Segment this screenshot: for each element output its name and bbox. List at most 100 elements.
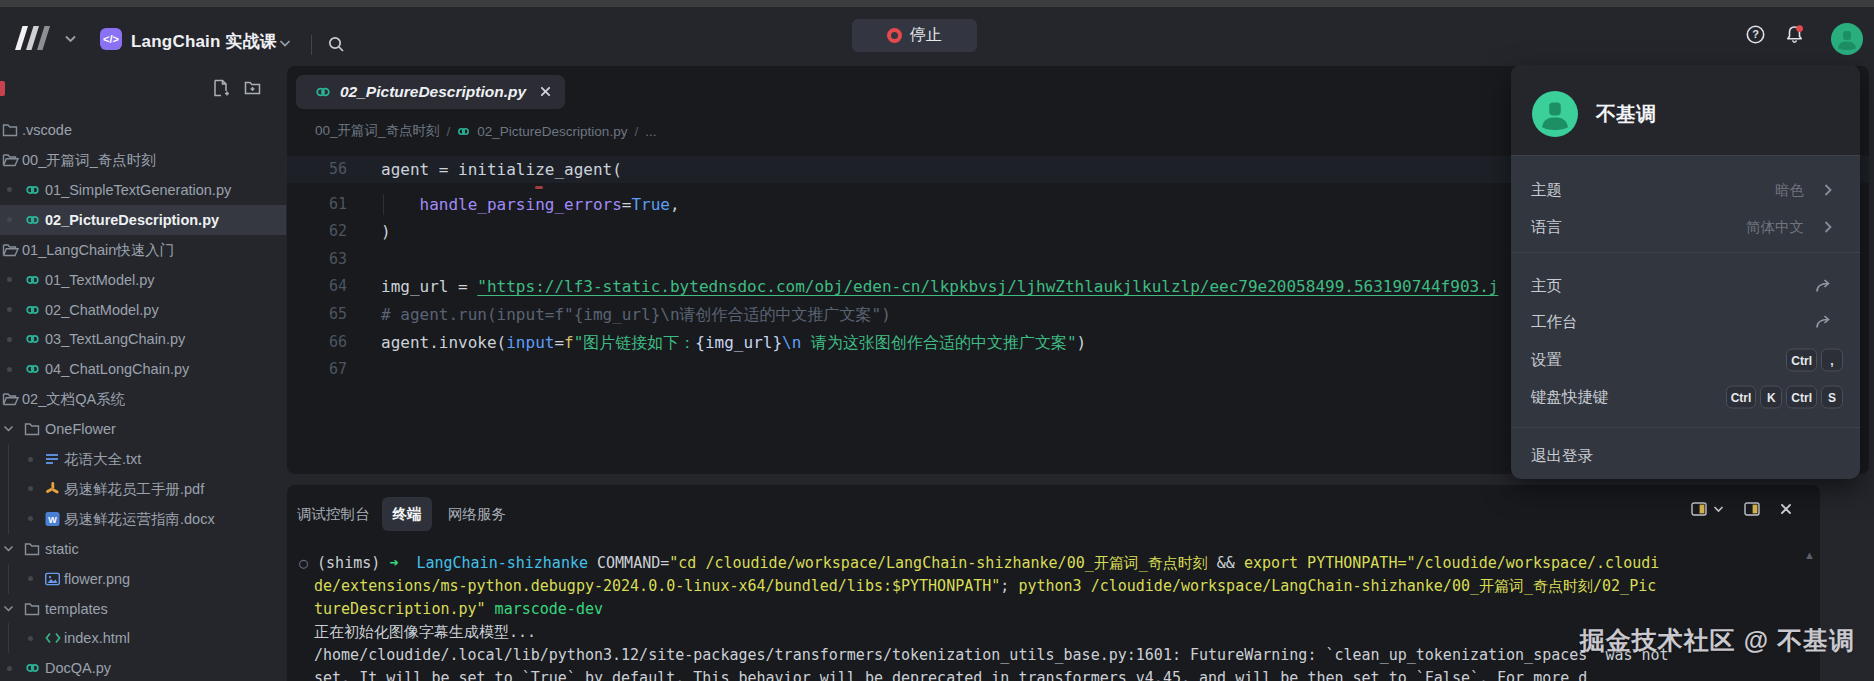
menu-item[interactable]: 键盘快捷键CtrlKCtrlS bbox=[1511, 380, 1860, 414]
stop-button[interactable]: 停止 bbox=[852, 19, 977, 52]
menu-divider bbox=[1511, 427, 1860, 428]
menu-item[interactable]: 退出登录 bbox=[1511, 439, 1860, 473]
pdf-icon bbox=[45, 481, 60, 496]
menu-item[interactable]: 语言 简体中文 bbox=[1511, 210, 1860, 244]
terminal-line: ○ (shims) ➜ LangChain-shizhanke COMMAND=… bbox=[299, 552, 1820, 575]
external-link-icon bbox=[1815, 315, 1831, 330]
tree-item[interactable]: flower.png bbox=[0, 564, 286, 594]
workspace-chevron-icon[interactable] bbox=[64, 35, 77, 43]
tree-item-label: 02_ChatModel.py bbox=[45, 302, 159, 318]
menu-item[interactable]: 主题暗色 bbox=[1511, 173, 1860, 207]
tree-item[interactable]: W 易速鲜花运营指南.docx bbox=[0, 504, 286, 534]
tree-item[interactable]: 01_LangChain快速入门 bbox=[0, 235, 286, 265]
avatar[interactable] bbox=[1831, 23, 1863, 55]
menu-item-label: 语言 bbox=[1531, 217, 1562, 238]
chain-icon bbox=[25, 272, 40, 287]
topbar-divider bbox=[311, 35, 312, 55]
bell-icon[interactable] bbox=[1784, 24, 1805, 45]
menu-item[interactable]: 设置Ctrl, bbox=[1511, 343, 1860, 377]
tree-item[interactable]: 易速鲜花员工手册.pdf bbox=[0, 474, 286, 504]
line-number: 67 bbox=[287, 356, 347, 384]
app-root: </> LangChain 实战课 停止 ? bbox=[0, 0, 1874, 681]
tree-item-label: templates bbox=[45, 601, 108, 617]
user-menu-header: 不基调 bbox=[1511, 65, 1860, 155]
code-text: ) bbox=[381, 218, 391, 246]
menu-item[interactable]: 工作台 bbox=[1511, 305, 1860, 339]
new-file-icon[interactable] bbox=[212, 79, 229, 97]
stop-button-label: 停止 bbox=[910, 25, 942, 46]
tree-indent-guide bbox=[8, 564, 9, 594]
menu-item-label: 退出登录 bbox=[1531, 446, 1593, 467]
docx-icon: W bbox=[45, 511, 60, 526]
html-icon bbox=[45, 632, 61, 644]
menu-chevron-right-icon bbox=[1824, 184, 1832, 197]
tree-item-dot bbox=[28, 636, 33, 641]
tree-item[interactable]: 01_SimpleTextGeneration.py bbox=[0, 175, 286, 205]
tree-item-label: 易速鲜花运营指南.docx bbox=[64, 509, 215, 528]
tree-item[interactable]: 00_开篇词_奇点时刻 bbox=[0, 145, 286, 175]
tree-item-label: 易速鲜花员工手册.pdf bbox=[64, 479, 204, 498]
tree-item-label: 01_LangChain快速入门 bbox=[22, 240, 174, 259]
tree-item[interactable]: 花语大全.txt bbox=[0, 444, 286, 474]
tree-item[interactable]: 04_ChatLongChain.py bbox=[0, 354, 286, 384]
tree-item-dot bbox=[7, 217, 12, 222]
tree-item[interactable]: 02_文档QA系统 bbox=[0, 384, 286, 414]
search-icon[interactable] bbox=[328, 36, 345, 53]
code-text: agent = initialize_agent( bbox=[381, 156, 622, 184]
line-number: 62 bbox=[287, 218, 347, 246]
tree-item-label: 花语大全.txt bbox=[64, 450, 141, 469]
code-text: # agent.run(input=f"{img_url}\n请创作合适的中文推… bbox=[381, 301, 891, 329]
watermark: 掘金技术社区 @ 不基调 bbox=[1580, 624, 1855, 657]
new-folder-icon[interactable] bbox=[244, 80, 261, 96]
tree-expand-chevron-icon[interactable] bbox=[3, 545, 14, 552]
tree-item[interactable]: 01_TextModel.py bbox=[0, 265, 286, 295]
tree-item[interactable]: 03_TextLangChain.py bbox=[0, 324, 286, 354]
help-icon[interactable]: ? bbox=[1746, 25, 1765, 44]
project-chevron-icon[interactable] bbox=[279, 40, 291, 47]
tree-item-dot bbox=[28, 457, 33, 462]
menu-item-value: 暗色 bbox=[1775, 181, 1804, 200]
line-number: 56 bbox=[287, 156, 347, 184]
fold-error-mark bbox=[535, 186, 543, 189]
chain-icon bbox=[25, 362, 40, 377]
line-number: 63 bbox=[287, 246, 347, 274]
marscode-logo-icon[interactable] bbox=[13, 24, 51, 52]
line-number: 61 bbox=[287, 191, 347, 219]
tree-item[interactable]: index.html bbox=[0, 623, 286, 653]
chain-icon bbox=[25, 212, 40, 227]
tree-item[interactable]: .vscode bbox=[0, 115, 286, 145]
tree-item[interactable]: 02_PictureDescription.py bbox=[0, 205, 286, 235]
tree-expand-chevron-icon[interactable] bbox=[3, 426, 14, 433]
kbd-key: , bbox=[1821, 349, 1843, 372]
tree-item[interactable]: templates bbox=[0, 594, 286, 624]
code-text: img_url = "https://lf3-static.bytednsdoc… bbox=[381, 273, 1498, 301]
folder-icon bbox=[24, 542, 40, 556]
menu-divider bbox=[1511, 155, 1860, 156]
terminal-line: tureDescription.py" marscode-dev bbox=[314, 598, 1820, 621]
menu-chevron-right-icon bbox=[1824, 221, 1832, 234]
menu-item-label: 键盘快捷键 bbox=[1531, 387, 1609, 408]
tree-item-label: 01_SimpleTextGeneration.py bbox=[45, 182, 231, 198]
menu-item-value: 简体中文 bbox=[1746, 218, 1804, 237]
tree-item[interactable]: DocQA.py bbox=[0, 653, 286, 681]
tree-item[interactable]: OneFlower bbox=[0, 414, 286, 444]
menu-item[interactable]: 主页 bbox=[1511, 269, 1860, 303]
folder-open-icon bbox=[2, 243, 19, 257]
menu-shortcut-keys: Ctrl, bbox=[1786, 349, 1843, 372]
tree-item-label: flower.png bbox=[64, 571, 130, 587]
tree-expand-chevron-icon[interactable] bbox=[3, 605, 14, 612]
folder-open-icon bbox=[2, 392, 19, 406]
kbd-key: Ctrl bbox=[1726, 386, 1757, 409]
tree-item-label: static bbox=[45, 541, 79, 557]
folder-open-icon bbox=[2, 153, 19, 167]
tree-item-dot bbox=[28, 486, 33, 491]
tree-item[interactable]: 02_ChatModel.py bbox=[0, 295, 286, 325]
folder-icon bbox=[24, 602, 40, 616]
tree-item[interactable]: static bbox=[0, 534, 286, 564]
tree-indent-guide bbox=[8, 444, 9, 474]
chain-icon bbox=[25, 302, 40, 317]
project-title: LangChain 实战课 bbox=[131, 30, 277, 53]
chain-icon bbox=[25, 661, 40, 676]
menu-divider bbox=[1511, 252, 1860, 253]
tree-item-label: 01_TextModel.py bbox=[45, 272, 155, 288]
